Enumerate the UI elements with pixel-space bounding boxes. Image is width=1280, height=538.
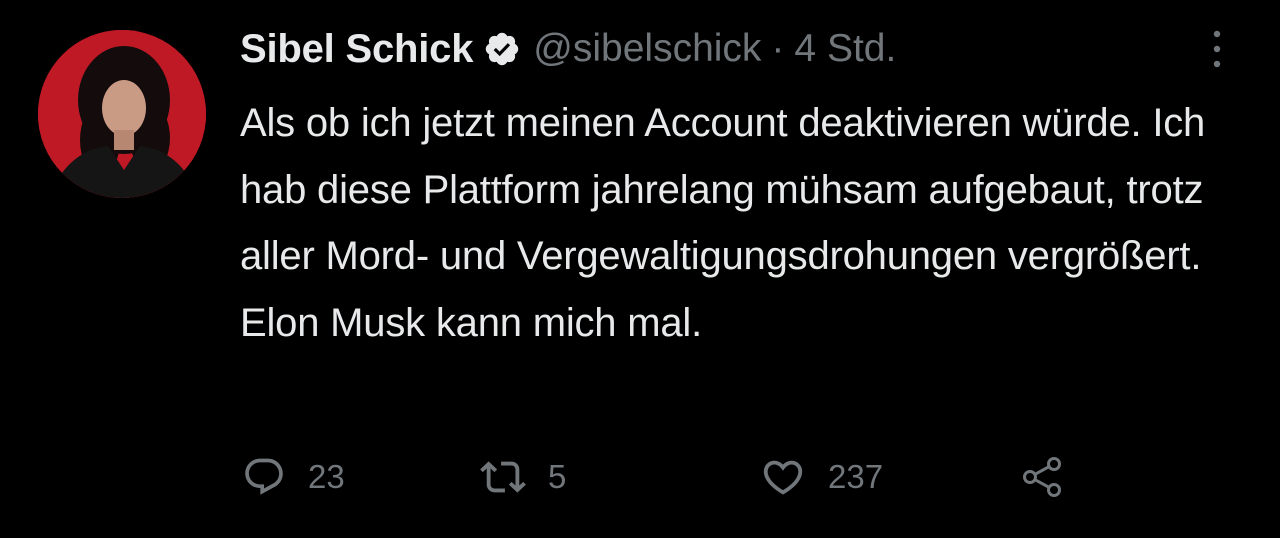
tweet-timestamp[interactable]: 4 Std. [794,27,896,71]
reply-icon [242,455,286,499]
tweet-actions: 23 5 237 [240,452,1080,502]
retweet-button[interactable]: 5 [480,452,566,502]
retweet-icon [480,454,526,500]
tweet-header: Sibel Schick @sibelschick · 4 Std. [240,24,896,74]
avatar[interactable] [38,30,206,198]
avatar-image [38,30,206,198]
retweet-count: 5 [548,458,567,495]
author-display-name[interactable]: Sibel Schick [240,27,473,72]
share-icon [1018,453,1066,501]
more-vertical-icon[interactable] [1202,26,1232,72]
like-count: 237 [828,458,884,495]
header-separator: · [771,27,785,70]
share-button[interactable] [1018,452,1066,502]
reply-count: 23 [308,458,345,495]
tweet[interactable]: Sibel Schick @sibelschick · 4 Std. Als o… [0,0,1280,538]
like-button[interactable]: 237 [760,452,883,502]
heart-icon [760,454,806,500]
tweet-text: Als ob ich jetzt meinen Account deaktivi… [240,101,1206,345]
verified-badge-icon [483,30,521,68]
reply-button[interactable]: 23 [242,452,345,502]
author-handle[interactable]: @sibelschick [533,27,761,71]
